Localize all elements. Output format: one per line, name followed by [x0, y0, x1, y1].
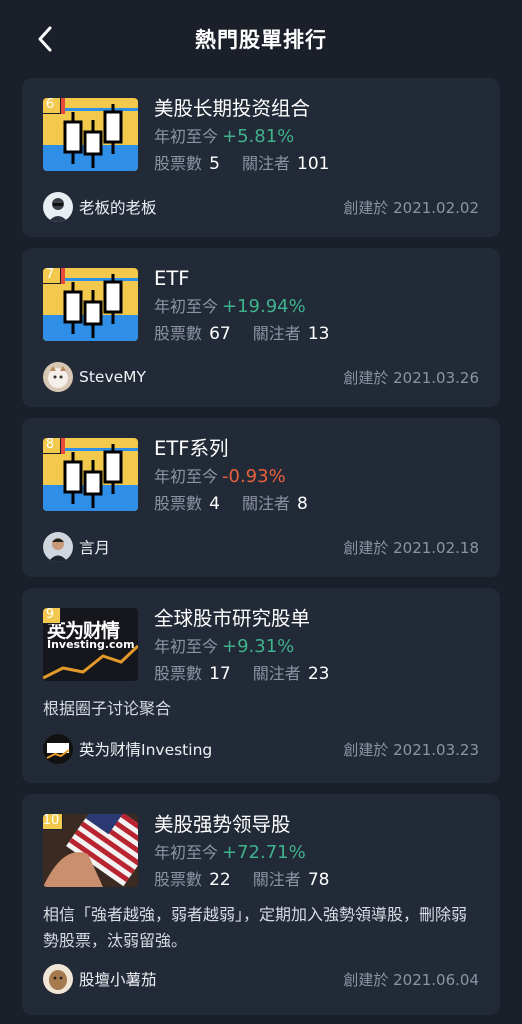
- rank-badge: 8: [43, 438, 61, 454]
- stock-count: 67: [209, 324, 231, 344]
- avatar[interactable]: [43, 734, 73, 764]
- stocks-label: 股票數: [154, 664, 203, 683]
- rank-badge: 10: [43, 814, 63, 830]
- top-bar: 熱門股單排行: [0, 0, 522, 78]
- stock-count: 5: [209, 154, 220, 174]
- portfolio-card[interactable]: 英为财情 Investing.com 9 全球股市研究股单 年初至今 +9.31%…: [22, 588, 500, 783]
- candlestick-thumbnail: 8: [43, 438, 138, 511]
- stocks-label: 股票數: [154, 154, 203, 173]
- investing-thumbnail: 英为财情 Investing.com 9: [43, 608, 138, 681]
- created-date: 創建於 2021.02.02: [343, 198, 479, 217]
- ytd-return: +9.31%: [222, 636, 295, 657]
- follower-count: 8: [297, 494, 308, 514]
- rank-badge: 9: [43, 608, 61, 624]
- stock-count: 22: [209, 870, 231, 890]
- follower-count: 78: [307, 870, 330, 890]
- ytd-label: 年初至今: [154, 467, 219, 486]
- portfolio-description: 根据圈子讨论聚合: [43, 699, 172, 718]
- followers-label: 關注者: [241, 494, 290, 513]
- portfolio-card[interactable]: 10 美股强势领导股 年初至今 +72.71% 股票數 22 關注者 78 相信「強…: [22, 794, 500, 1015]
- portfolio-name: 美股长期投资组合: [154, 97, 311, 120]
- portfolio-name: ETF: [154, 267, 190, 290]
- ytd-return: +19.94%: [222, 296, 306, 317]
- candlestick-thumbnail: 6: [43, 98, 138, 171]
- flag-thumbnail: 10: [43, 814, 138, 887]
- created-date: 創建於 2021.03.23: [343, 740, 479, 759]
- rank-badge: 6: [43, 98, 61, 114]
- portfolio-card[interactable]: 7 ETF 年初至今 +19.94% 股票數 67 關注者 13 SteveMY 創…: [22, 248, 500, 407]
- ytd-return: -0.93%: [222, 466, 286, 487]
- followers-label: 關注者: [252, 870, 301, 889]
- owner-name[interactable]: 言月: [79, 536, 110, 558]
- portfolio-card[interactable]: 8 ETF系列 年初至今 -0.93% 股票數 4 關注者 8 言月 創建於 202…: [22, 418, 500, 577]
- ytd-label: 年初至今: [154, 127, 219, 146]
- portfolio-card[interactable]: 6 美股长期投资组合 年初至今 +5.81% 股票數 5 關注者 101 老板的老板…: [22, 78, 500, 237]
- followers-label: 關注者: [241, 154, 290, 173]
- thumbnail-brand-subtext: Investing.com: [47, 638, 135, 651]
- ytd-label: 年初至今: [154, 637, 219, 656]
- follower-count: 23: [307, 664, 330, 684]
- candlestick-thumbnail: 7: [43, 268, 138, 341]
- owner-name[interactable]: 老板的老板: [79, 196, 157, 218]
- owner-name[interactable]: 英为财情Investing: [79, 738, 212, 760]
- follower-count: 101: [297, 154, 330, 174]
- created-date: 創建於 2021.02.18: [343, 538, 479, 557]
- created-date: 創建於 2021.03.26: [343, 368, 479, 387]
- portfolio-list: 6 美股长期投资组合 年初至今 +5.81% 股票數 5 關注者 101 老板的老板…: [0, 78, 522, 1015]
- avatar[interactable]: [43, 362, 73, 392]
- followers-label: 關注者: [252, 664, 301, 683]
- follower-count: 13: [307, 324, 330, 344]
- back-button[interactable]: [28, 22, 62, 56]
- avatar[interactable]: [43, 532, 73, 562]
- stock-count: 4: [209, 494, 220, 514]
- ytd-return: +5.81%: [222, 126, 295, 147]
- portfolio-name: ETF系列: [154, 437, 229, 460]
- stocks-label: 股票數: [154, 324, 203, 343]
- ytd-label: 年初至今: [154, 843, 219, 862]
- portfolio-description: 相信「強者越強，弱者越弱」，定期加入強勢領導股，刪除弱勢股票，汰弱留強。: [43, 905, 468, 950]
- rank-badge: 7: [43, 268, 61, 284]
- avatar[interactable]: [43, 192, 73, 222]
- portfolio-name: 全球股市研究股单: [154, 607, 311, 630]
- page-title: 熱門股單排行: [195, 28, 327, 52]
- owner-name[interactable]: SteveMY: [79, 368, 146, 386]
- stocks-label: 股票數: [154, 870, 203, 889]
- portfolio-name: 美股强势领导股: [154, 813, 291, 836]
- stock-count: 17: [209, 664, 231, 684]
- created-date: 創建於 2021.06.04: [343, 970, 479, 989]
- followers-label: 關注者: [252, 324, 301, 343]
- ytd-return: +72.71%: [222, 842, 306, 863]
- avatar[interactable]: [43, 964, 73, 994]
- owner-name[interactable]: 股壇小薯茄: [79, 968, 157, 990]
- chevron-left-icon: [38, 26, 52, 52]
- ytd-label: 年初至今: [154, 297, 219, 316]
- stocks-label: 股票數: [154, 494, 203, 513]
